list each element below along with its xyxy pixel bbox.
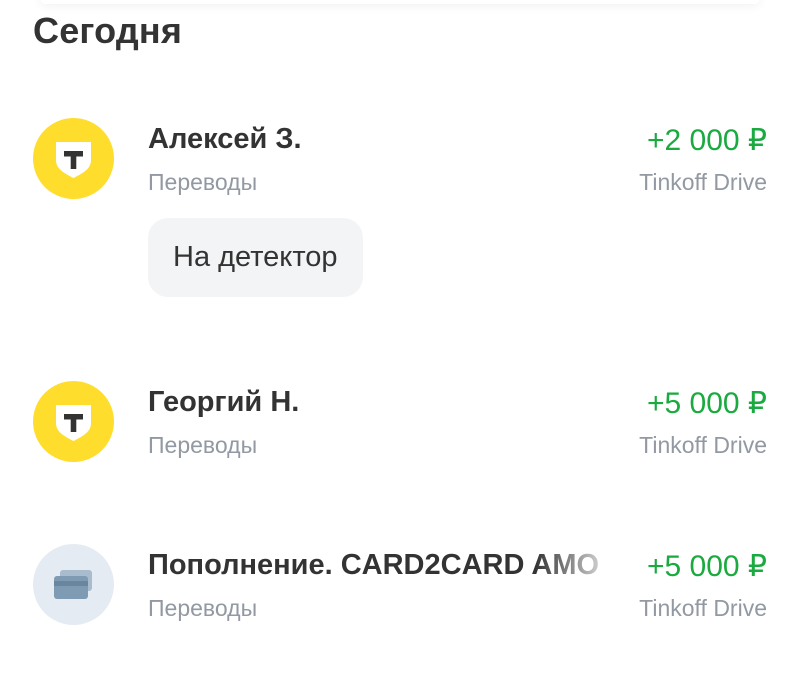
operation-amount: +2 000 ₽ — [646, 124, 767, 157]
top-card-edge — [40, 0, 760, 4]
operation-amount: +5 000 ₽ — [646, 387, 767, 420]
operation-amount: +5 000 ₽ — [646, 550, 767, 583]
operation-account: Tinkoff Drive — [639, 595, 767, 621]
tinkoff-logo-icon — [33, 381, 114, 462]
operation-account: Tinkoff Drive — [639, 169, 767, 195]
operation-category: Переводы — [148, 432, 258, 458]
operation-item[interactable]: Георгий Н. Переводы +5 000 ₽ Tinkoff Dri… — [0, 381, 800, 471]
operation-title: Георгий Н. — [148, 386, 300, 418]
operations-screen: Сегодня Алексей З. Переводы +2 000 ₽ Tin… — [0, 0, 800, 688]
operation-item[interactable]: Пополнение. CARD2CARD AMO Переводы +5 00… — [0, 544, 800, 634]
card-icon — [33, 544, 114, 625]
tinkoff-logo-icon — [33, 118, 114, 199]
operation-account: Tinkoff Drive — [639, 432, 767, 458]
operation-title: Алексей З. — [148, 123, 302, 155]
operation-title: Пополнение. CARD2CARD AMO — [148, 549, 600, 581]
operation-comment-bubble: На детектор — [148, 218, 363, 297]
operation-category: Переводы — [148, 169, 258, 195]
section-title-today: Сегодня — [33, 10, 183, 51]
operation-category: Переводы — [148, 595, 258, 621]
operation-item[interactable]: Алексей З. Переводы +2 000 ₽ Tinkoff Dri… — [0, 118, 800, 308]
